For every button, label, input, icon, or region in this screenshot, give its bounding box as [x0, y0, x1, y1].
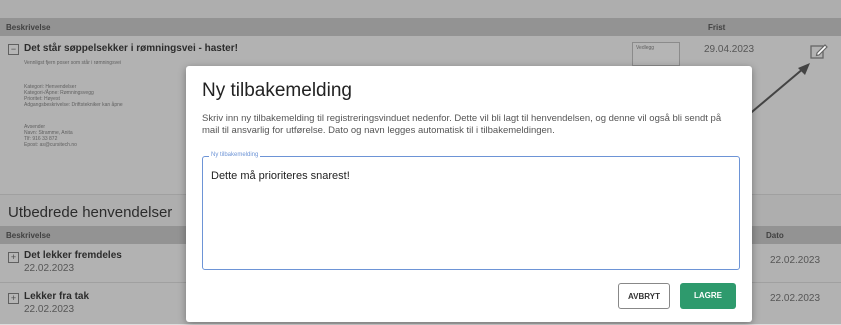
dialog-description: Skriv inn ny tilbakemelding til registre…: [202, 113, 722, 136]
save-button[interactable]: LAGRE: [680, 283, 736, 309]
feedback-dialog: Ny tilbakemelding Skriv inn ny tilbakeme…: [186, 66, 752, 322]
feedback-textarea[interactable]: Ny tilbakemelding Dette må prioriteres s…: [202, 152, 740, 270]
feedback-field-value[interactable]: Dette må prioriteres snarest!: [211, 170, 350, 182]
cancel-button[interactable]: AVBRYT: [618, 283, 670, 309]
edit-icon[interactable]: [810, 42, 828, 60]
feedback-field-label: Ny tilbakemelding: [209, 152, 261, 158]
dialog-title: Ny tilbakemelding: [202, 80, 352, 101]
